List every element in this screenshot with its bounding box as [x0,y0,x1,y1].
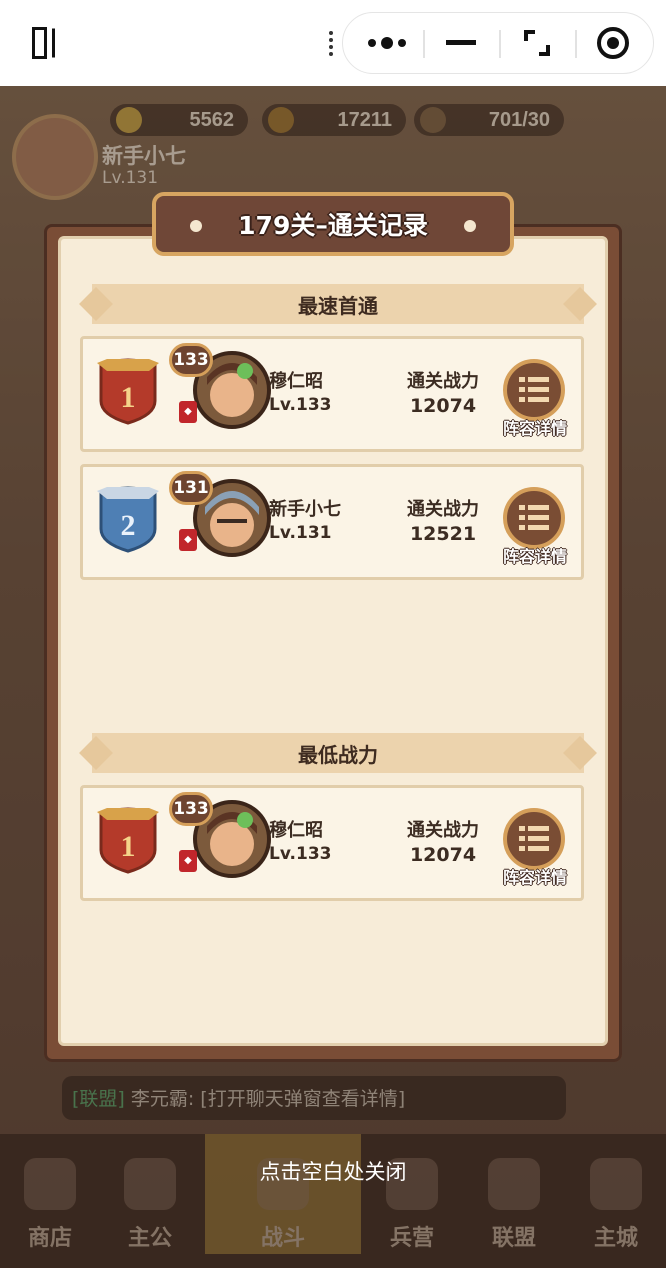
minimize-icon [446,40,476,45]
record-card: 1 133 ◆ 穆仁昭 Lv.133 通关战力 12074 阵容详情 [80,336,584,452]
list-icon [519,377,549,402]
power-label: 通关战力 [407,499,479,520]
player-level: Lv.133 [269,395,332,415]
player-level: Lv.131 [269,523,332,543]
power-label: 通关战力 [407,371,479,392]
player-name: 穆仁昭 [269,820,323,841]
power-label: 通关战力 [407,820,479,841]
lineup-detail-button[interactable] [503,487,565,549]
target-close-icon [597,27,629,59]
list-icon [519,826,549,851]
rank-silver-shield-icon: 2 [97,486,159,553]
more-vertical-icon[interactable] [328,30,334,58]
power-value: 12074 [409,844,477,866]
mini-program-bar [0,0,666,86]
svg-text:1: 1 [121,830,136,863]
modal-title: 179关–通关记录 [238,211,428,240]
player-name: 新手小七 [269,499,341,520]
list-icon [519,505,549,530]
svg-text:2: 2 [121,509,136,542]
section-fastest-clear: 最速首通 [92,284,584,324]
more-button[interactable] [351,13,423,73]
more-dots-icon [368,37,406,49]
modal-title-plate: 179关–通关记录 [152,192,514,256]
section-lowest-power: 最低战力 [92,733,584,773]
hero-level-badge: 133 [169,792,213,826]
lineup-detail-label[interactable]: 阵容详情 [495,415,575,439]
title-pin-icon [464,220,476,232]
lineup-detail-button[interactable] [503,359,565,421]
sidebar-toggle-icon[interactable] [32,27,62,59]
hero-level-badge: 133 [169,343,213,377]
faction-icon: ◆ [179,401,197,423]
faction-icon: ◆ [179,529,197,551]
svg-text:1: 1 [121,381,136,414]
lineup-detail-button[interactable] [503,808,565,870]
close-app-button[interactable] [577,13,649,73]
minimize-button[interactable] [425,13,497,73]
lineup-detail-label[interactable]: 阵容详情 [495,543,575,567]
fullscreen-icon [524,30,550,56]
power-value: 12074 [409,395,477,417]
player-level: Lv.133 [269,844,332,864]
title-pin-icon [190,220,202,232]
hero-level-badge: 131 [169,471,213,505]
fullscreen-button[interactable] [501,13,573,73]
lineup-detail-label[interactable]: 阵容详情 [495,864,575,888]
rank-gold-shield-icon: 1 [97,358,159,425]
close-hint[interactable]: 点击空白处关闭 [0,1156,666,1186]
player-name: 穆仁昭 [269,371,323,392]
capsule-menu [342,12,654,74]
record-card: 1 133 ◆ 穆仁昭 Lv.133 通关战力 12074 阵容详情 [80,785,584,901]
record-card: 2 131 ◆ 新手小七 Lv.131 通关战力 12521 阵容详情 [80,464,584,580]
power-value: 12521 [409,523,477,545]
rank-gold-shield-icon: 1 [97,807,159,874]
faction-icon: ◆ [179,850,197,872]
